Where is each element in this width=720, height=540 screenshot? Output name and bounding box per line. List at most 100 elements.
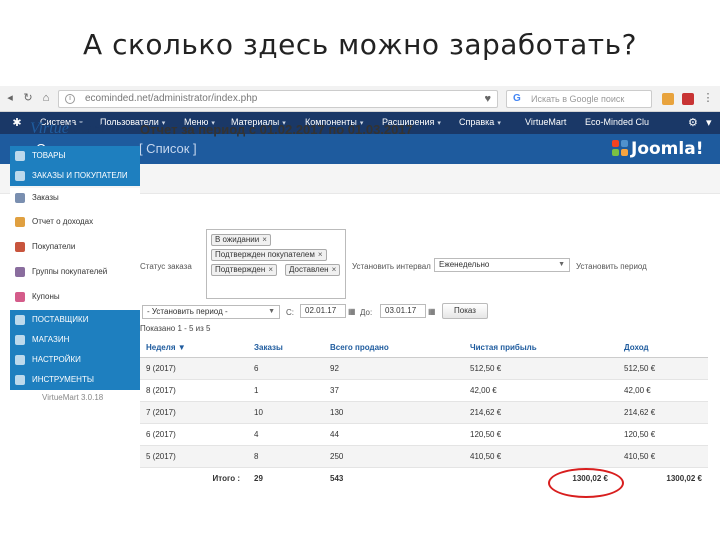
sidebar-item-orders-customers[interactable]: ЗАКАЗЫ И ПОКУПАТЕЛИ: [10, 166, 140, 186]
cell-sold: 44: [324, 423, 464, 446]
table-row: 8 (2017) 1 37 42,00 € 42,00 €: [140, 379, 708, 402]
total-sold: 543: [324, 467, 464, 489]
cell-net: 42,00 €: [464, 379, 618, 402]
sidebar-item-tools[interactable]: ИНСТРУМЕНТЫ: [10, 370, 140, 390]
column-orders[interactable]: Заказы: [248, 339, 324, 358]
total-label: Итого :: [140, 467, 248, 489]
address-bar[interactable]: i ecominded.net/administrator/index.php …: [58, 90, 498, 108]
status-tag[interactable]: В ожидании ×: [211, 234, 271, 246]
revenue-table: Неделя ▼ Заказы Всего продано Чистая при…: [140, 339, 708, 489]
user-icon[interactable]: ▾: [706, 116, 712, 129]
status-tag[interactable]: Подтвержден покупателем ×: [211, 249, 327, 261]
cell-week: 5 (2017): [140, 445, 248, 468]
extension-icon[interactable]: [682, 93, 694, 105]
cell-orders: 8: [248, 445, 324, 468]
status-tag[interactable]: Доставлен ×: [285, 264, 341, 276]
gear-icon[interactable]: ⚙: [688, 116, 698, 129]
column-week[interactable]: Неделя ▼: [140, 339, 248, 358]
table-row: 9 (2017) 6 92 512,50 € 512,50 €: [140, 357, 708, 380]
cell-income: 512,50 €: [618, 357, 708, 380]
pagination-summary: Показано 1 - 5 из 5: [140, 324, 211, 333]
period-select[interactable]: - Установить период - ▼: [142, 305, 280, 319]
sidebar-item-settings[interactable]: НАСТРОЙКИ: [10, 350, 140, 370]
version-text: VirtueMart 3.0.18: [42, 393, 104, 402]
cell-income: 214,62 €: [618, 401, 708, 424]
column-income[interactable]: Доход: [618, 339, 708, 358]
column-total-sold[interactable]: Всего продано: [324, 339, 464, 358]
cell-net: 512,50 €: [464, 357, 618, 380]
cell-net: 120,50 €: [464, 423, 618, 446]
interval-label: Установить интервал: [352, 262, 431, 271]
orders-icon: [15, 171, 25, 181]
calendar-icon[interactable]: ▦: [428, 307, 438, 317]
menu-virtuemart[interactable]: VirtueMart: [525, 117, 566, 127]
show-button[interactable]: Показ: [442, 303, 488, 319]
sidebar-item-vendors[interactable]: ПОСТАВЩИКИ: [10, 310, 140, 330]
tools-icon: [15, 375, 25, 385]
cell-orders: 10: [248, 401, 324, 424]
interval-select[interactable]: Еженедельно ▼: [434, 258, 570, 272]
extension-icon[interactable]: [662, 93, 674, 105]
from-date-input[interactable]: 02.01.17: [300, 304, 346, 318]
remove-tag-icon: ×: [262, 235, 267, 244]
cell-income: 42,00 €: [618, 379, 708, 402]
sidebar-item-customers[interactable]: Покупатели: [10, 237, 140, 257]
list-icon: [15, 193, 25, 203]
menu-icon[interactable]: ⋮: [702, 92, 714, 104]
menu-site-link[interactable]: Eco-Minded Clu: [585, 117, 649, 127]
joomla-logo-text: Joomla!: [631, 139, 704, 159]
total-orders: 29: [248, 467, 324, 489]
browser-toolbar: ◂ ↻ ⌂ i ecominded.net/administrator/inde…: [0, 86, 720, 112]
cell-week: 9 (2017): [140, 357, 248, 380]
google-icon: G: [513, 93, 521, 104]
sidebar: VirtueMart ТОВАРЫ ЗАКАЗЫ И ПОКУПАТЕЛИ За…: [10, 118, 140, 418]
calendar-icon[interactable]: ▦: [348, 307, 358, 317]
chevron-down-icon: ▼: [268, 308, 275, 315]
coupon-icon: [15, 292, 25, 302]
remove-tag-icon: ×: [317, 250, 323, 259]
sidebar-item-orders[interactable]: Заказы: [10, 188, 140, 208]
sidebar-item-products[interactable]: ТОВАРЫ: [10, 146, 140, 166]
table-row: 7 (2017) 10 130 214,62 € 214,62 €: [140, 401, 708, 424]
wrench-icon: [15, 315, 25, 325]
reload-icon[interactable]: ↻: [22, 92, 34, 104]
slide-title: А сколько здесь можно заработать?: [83, 28, 637, 61]
joomla-logo: Joomla!: [612, 139, 703, 159]
cell-sold: 37: [324, 379, 464, 402]
remove-tag-icon: ×: [268, 265, 273, 274]
products-icon: [15, 151, 25, 161]
shop-icon: [15, 335, 25, 345]
cell-week: 7 (2017): [140, 401, 248, 424]
virtuemart-logo: VirtueMart: [30, 120, 105, 137]
table-header-row: Неделя ▼ Заказы Всего продано Чистая при…: [140, 339, 708, 358]
joomla-mark-icon: [612, 140, 628, 156]
cell-week: 8 (2017): [140, 379, 248, 402]
menu-help[interactable]: Справка ▾: [459, 117, 501, 127]
chevron-down-icon: ▼: [558, 261, 565, 268]
cell-orders: 1: [248, 379, 324, 402]
home-icon[interactable]: ⌂: [40, 92, 52, 104]
sidebar-item-shop[interactable]: МАГАЗИН: [10, 330, 140, 350]
heart-icon[interactable]: ♥: [484, 91, 491, 107]
from-label: С:: [286, 308, 294, 317]
column-net-profit[interactable]: Чистая прибыль: [464, 339, 618, 358]
table-row: 5 (2017) 8 250 410,50 € 410,50 €: [140, 445, 708, 468]
cell-income: 120,50 €: [618, 423, 708, 446]
users-icon: [15, 242, 25, 252]
total-income: 1300,02 €: [618, 467, 708, 489]
page-subtitle: [ Список ]: [138, 141, 197, 156]
to-date-input[interactable]: 03.01.17: [380, 304, 426, 318]
browser-search-input[interactable]: G Искать в Google поиск: [506, 90, 652, 108]
status-multiselect[interactable]: В ожидании × Подтвержден покупателем × Под…: [206, 229, 346, 299]
sidebar-item-revenue-report[interactable]: Отчет о доходах: [10, 212, 140, 232]
period-label: Установить период: [576, 262, 647, 271]
cell-week: 6 (2017): [140, 423, 248, 446]
back-arrow-icon[interactable]: ◂: [4, 92, 16, 104]
sidebar-item-coupons[interactable]: Купоны: [10, 287, 140, 307]
sidebar-item-customer-groups[interactable]: Группы покупателей: [10, 262, 140, 282]
groups-icon: [15, 267, 25, 277]
to-label: До:: [360, 308, 373, 317]
status-tag[interactable]: Подтвержден ×: [211, 264, 277, 276]
cell-sold: 92: [324, 357, 464, 380]
settings-icon: [15, 355, 25, 365]
